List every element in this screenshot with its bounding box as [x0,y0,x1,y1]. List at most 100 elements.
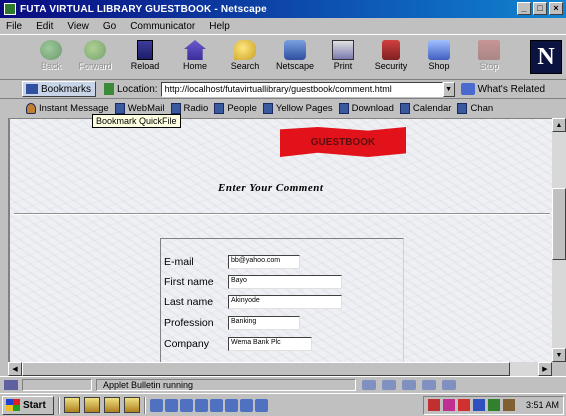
print-button[interactable]: Print [320,38,366,78]
url-field[interactable]: http://localhost/futavirtuallibrary/gues… [160,81,443,97]
stop-button[interactable]: Stop [466,38,512,78]
search-label: Search [230,61,260,71]
security-status-icon[interactable] [4,379,18,390]
horizontal-scrollbar[interactable]: ◀ ▶ [8,362,552,376]
tray-icon[interactable] [457,399,470,411]
forward-button[interactable]: Forward [72,38,118,78]
navigation-toolbar: Back Forward Reload Home Search Netscape… [0,34,566,80]
netscape-logo[interactable]: N [530,40,562,74]
stop-icon [478,40,500,60]
whats-related-button[interactable]: What's Related [460,83,545,95]
notepad-icon[interactable] [104,397,120,413]
menu-file[interactable]: File [6,21,22,32]
address-book-icon[interactable] [442,379,456,390]
profession-field[interactable]: Banking [228,316,300,330]
tray-icon[interactable] [487,399,500,411]
minimize-button[interactable]: _ [517,2,531,15]
program-icon[interactable] [195,398,208,412]
close-button[interactable]: × [549,2,563,15]
status-bar: Applet Bulletin running [0,376,566,392]
bookmarks-label: Bookmarks [41,83,92,95]
person-icon [26,103,36,114]
personal-item-label: Yellow Pages [275,103,333,114]
netscape-button[interactable]: Netscape [272,38,318,78]
scroll-left-button[interactable]: ◀ [8,362,22,376]
taskbar-separator [58,396,60,414]
folder-icon [457,103,468,114]
search-button[interactable]: Search [222,38,268,78]
program-icon[interactable] [180,398,193,412]
last-name-field[interactable]: Akinyode [228,295,342,309]
url-dropdown-button[interactable]: ▼ [442,81,455,97]
forward-label: Forward [78,61,112,71]
program-icon[interactable] [225,398,238,412]
program-icon[interactable] [240,398,253,412]
personal-item-people[interactable]: People [214,103,257,114]
outlook-icon[interactable] [124,397,140,413]
personal-item-download[interactable]: Download [338,103,394,114]
menu-go[interactable]: Go [103,21,116,32]
scroll-up-button[interactable]: ▲ [552,118,566,132]
program-icon[interactable] [150,398,163,412]
shop-label: Shop [428,61,450,71]
shop-button[interactable]: Shop [416,38,462,78]
netscape-app-icon[interactable] [4,3,16,15]
back-button[interactable]: Back [28,38,74,78]
email-field[interactable]: bb@yahoo.com [228,255,300,269]
personal-item-channels[interactable]: Chan [457,103,493,114]
start-button[interactable]: Start [2,395,54,415]
bookmark-tooltip: Bookmark QuickFile [92,114,181,128]
desktop-icon[interactable] [64,397,80,413]
location-label: Location: [117,83,158,95]
comment-form: E-mail bb@yahoo.com First name Bayo Last… [160,238,404,362]
company-field[interactable]: Wema Bank Plc [228,337,312,351]
personal-item-instant-message[interactable]: Instant Message [26,103,109,114]
explorer-icon[interactable] [84,397,100,413]
taskbar-clock[interactable]: 3:51 AM [526,400,559,410]
menu-edit[interactable]: Edit [36,21,53,32]
first-name-field[interactable]: Bayo [228,275,342,289]
tray-icon[interactable] [427,399,440,411]
netscape-icon [284,40,306,60]
shop-icon [428,40,450,60]
menu-help[interactable]: Help [209,21,230,32]
page-proxy-icon[interactable] [104,83,114,95]
form-row-first-name: First name Bayo [164,275,342,289]
tray-icon[interactable] [472,399,485,411]
taskbar-separator [144,396,146,414]
program-icon[interactable] [255,398,268,412]
bookmarks-button[interactable]: Bookmarks [22,81,96,97]
progress-bar [22,378,92,391]
personal-item-label: Radio [183,103,209,114]
personal-item-webmail[interactable]: WebMail [114,103,165,114]
menu-view[interactable]: View [67,21,89,32]
start-label: Start [23,399,46,411]
home-icon [184,40,206,60]
composer-icon[interactable] [422,379,436,390]
scroll-right-button[interactable]: ▶ [538,362,552,376]
personal-item-calendar[interactable]: Calendar [399,103,452,114]
personal-item-radio[interactable]: Radio [170,103,209,114]
horizontal-scroll-thumb[interactable] [22,362,510,376]
program-icon[interactable] [165,398,178,412]
mail-icon[interactable] [382,379,396,390]
page-icon [214,103,225,114]
security-button[interactable]: Security [368,38,414,78]
newsgroups-icon[interactable] [402,379,416,390]
quick-launch [64,397,140,413]
tray-icon[interactable] [502,399,515,411]
form-row-email: E-mail bb@yahoo.com [164,255,300,269]
vertical-scrollbar[interactable]: ▲ ▼ [552,118,566,362]
home-button[interactable]: Home [172,38,218,78]
navigator-icon[interactable] [362,379,376,390]
personal-item-label: Calendar [412,103,452,114]
maximize-button[interactable]: □ [533,2,547,15]
personal-item-yellow-pages[interactable]: Yellow Pages [262,103,333,114]
program-icon[interactable] [210,398,223,412]
vertical-scroll-thumb[interactable] [552,188,566,260]
tray-icon[interactable] [442,399,455,411]
home-label: Home [182,61,207,71]
reload-button[interactable]: Reload [122,38,168,78]
scroll-down-button[interactable]: ▼ [552,348,566,362]
menu-communicator[interactable]: Communicator [130,21,195,32]
